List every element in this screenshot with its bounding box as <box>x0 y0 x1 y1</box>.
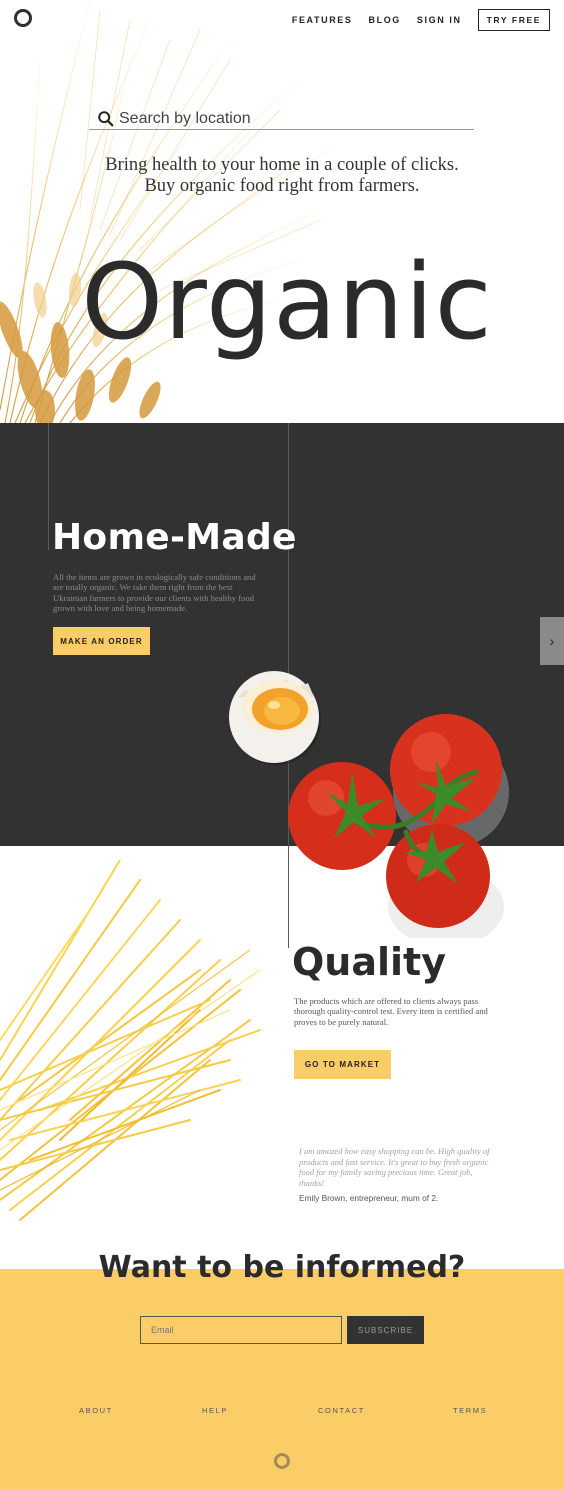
footer-link-contact[interactable]: CONTACT <box>318 1406 365 1415</box>
nav-features[interactable]: FEATURES <box>292 15 353 25</box>
homemade-text: All the items are grown in ecologically … <box>53 572 256 614</box>
ring-logo-icon[interactable] <box>14 9 32 27</box>
search-input[interactable]: Search by location <box>119 110 251 128</box>
footer-link-about[interactable]: ABOUT <box>79 1406 113 1415</box>
homemade-title: Home-Made <box>52 517 297 558</box>
try-free-button[interactable]: TRY FREE <box>477 9 550 31</box>
chevron-right-icon: › <box>549 633 555 649</box>
nav-sign-in[interactable]: SIGN IN <box>417 15 462 25</box>
search-icon <box>98 110 114 126</box>
tomatoes-image <box>288 714 509 938</box>
search-field[interactable]: Search by location <box>89 108 474 130</box>
go-to-market-button[interactable]: GO TO MARKET <box>294 1050 391 1079</box>
tagline-line-1: Bring health to your home in a couple of… <box>105 155 459 175</box>
hero-title: Organic <box>81 241 493 363</box>
divider-line <box>288 846 289 948</box>
nav-blog[interactable]: BLOG <box>369 15 401 25</box>
pasta-image <box>0 860 261 1221</box>
testimonial-author: Emily Brown, entrepreneur, mum of 2. <box>299 1193 439 1203</box>
next-slide-button[interactable]: › <box>540 617 564 665</box>
hero-section: FEATURES BLOG SIGN IN TRY FREE Search by… <box>0 0 564 423</box>
top-nav: FEATURES BLOG SIGN IN TRY FREE <box>292 9 550 31</box>
quality-text: The products which are offered to client… <box>294 996 488 1027</box>
hero-tagline: Bring health to your home in a couple of… <box>60 155 504 197</box>
email-input[interactable]: Email <box>151 1325 174 1335</box>
tagline-line-2: Buy organic food right from farmers. <box>144 176 420 196</box>
email-field[interactable]: Email <box>140 1316 342 1344</box>
footer-ring-logo-icon[interactable] <box>274 1453 290 1469</box>
footer-link-help[interactable]: HELP <box>202 1406 228 1415</box>
newsletter-title: Want to be informed? <box>98 1250 466 1285</box>
divider-line <box>48 423 49 550</box>
testimonial-quote: I am amazed how easy shopping can be. Hi… <box>299 1146 490 1188</box>
make-order-button[interactable]: MAKE AN ORDER <box>53 627 150 655</box>
footer-link-terms[interactable]: TERMS <box>453 1406 487 1415</box>
subscribe-button[interactable]: SUBSCRIBE <box>347 1316 424 1344</box>
quality-title: Quality <box>292 940 446 984</box>
